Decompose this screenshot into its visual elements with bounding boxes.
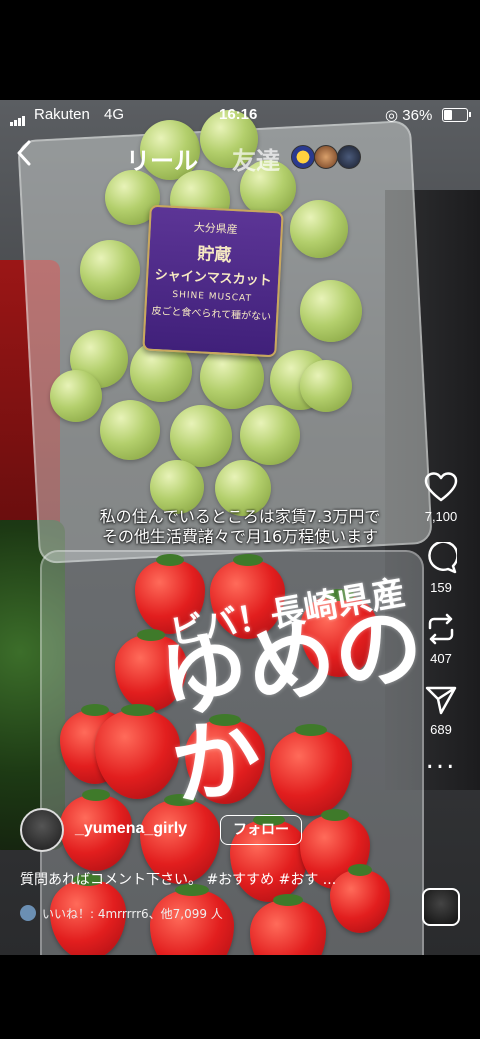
grape [240, 405, 300, 465]
comment-count: 159 [430, 580, 452, 595]
tab-reels[interactable]: リール [126, 141, 198, 176]
chevron-left-icon[interactable] [16, 139, 32, 175]
remix-action[interactable]: 407 [410, 607, 472, 666]
like-action[interactable]: 7,100 [410, 465, 472, 524]
remix-count: 407 [430, 651, 452, 666]
overlay-line-1: 私の住んでいるところは家賃7.3万円で [99, 507, 381, 526]
grape-label: 大分県産 貯蔵 シャインマスカット SHINE MUSCAT 皮ごと食べられて種… [142, 204, 284, 358]
grape [300, 360, 352, 412]
friend-avatar [291, 145, 315, 169]
strawberry [150, 883, 234, 955]
overlay-line-2: その他生活費諸々で月16万程使います [101, 527, 379, 546]
grape-label-origin: 大分県産 [193, 220, 239, 237]
strawberry [250, 894, 326, 955]
post-caption[interactable]: 質問あればコメント下さい。 #おすすめ #おす ... [20, 869, 400, 889]
heart-icon[interactable] [410, 465, 472, 509]
like-count: 7,100 [424, 509, 458, 524]
grape [300, 280, 362, 342]
grape [290, 200, 348, 258]
remix-icon[interactable] [410, 607, 472, 651]
grape-label-name: シャインマスカット [154, 267, 272, 290]
liker-avatar [20, 905, 36, 921]
grape [150, 460, 204, 514]
audio-thumbnail[interactable] [422, 888, 460, 926]
grape-label-english: SHINE MUSCAT [172, 289, 253, 305]
signal-icon [10, 109, 26, 126]
friend-avatar [314, 145, 339, 169]
clock: 16:16 [219, 106, 258, 123]
share-count: 689 [430, 722, 452, 737]
grape [80, 240, 140, 300]
grape [170, 405, 232, 467]
status-bar: Rakuten 4G 16:16 ◎ 36% [0, 100, 480, 128]
action-rail: 7,100 159 407 689 ... [410, 465, 472, 787]
tab-friends[interactable]: 友達 [232, 141, 280, 176]
friend-avatar [337, 145, 362, 169]
send-icon[interactable] [410, 678, 472, 722]
grape [50, 370, 102, 422]
battery-icon [442, 108, 471, 122]
likes-text: いいね！: 4mrrrrr6、他7,099 人 [42, 907, 223, 921]
friend-avatars[interactable] [291, 145, 362, 173]
grape-label-note: 皮ごと食べられて種がない [151, 305, 272, 324]
comment-action[interactable]: 159 [410, 536, 472, 595]
likes-summary[interactable]: いいね！: 4mrrrrr6、他7,099 人 [20, 905, 223, 922]
top-nav: リール 友達 [0, 137, 480, 177]
battery-percent: ◎ 36% [385, 107, 433, 124]
network-type: 4G [104, 106, 125, 123]
carrier-name: Rakuten [34, 106, 90, 123]
follow-button[interactable]: フォロー [220, 815, 302, 845]
more-icon[interactable]: ... [410, 745, 472, 775]
video-text-overlay: 私の住んでいるところは家賃7.3万円で その他生活費諸々で月16万程使います [60, 507, 420, 547]
grape [100, 400, 160, 460]
avatar[interactable] [20, 808, 64, 852]
share-action[interactable]: 689 [410, 678, 472, 737]
username[interactable]: _yumena_girly [75, 820, 187, 838]
comment-icon[interactable] [410, 536, 472, 580]
